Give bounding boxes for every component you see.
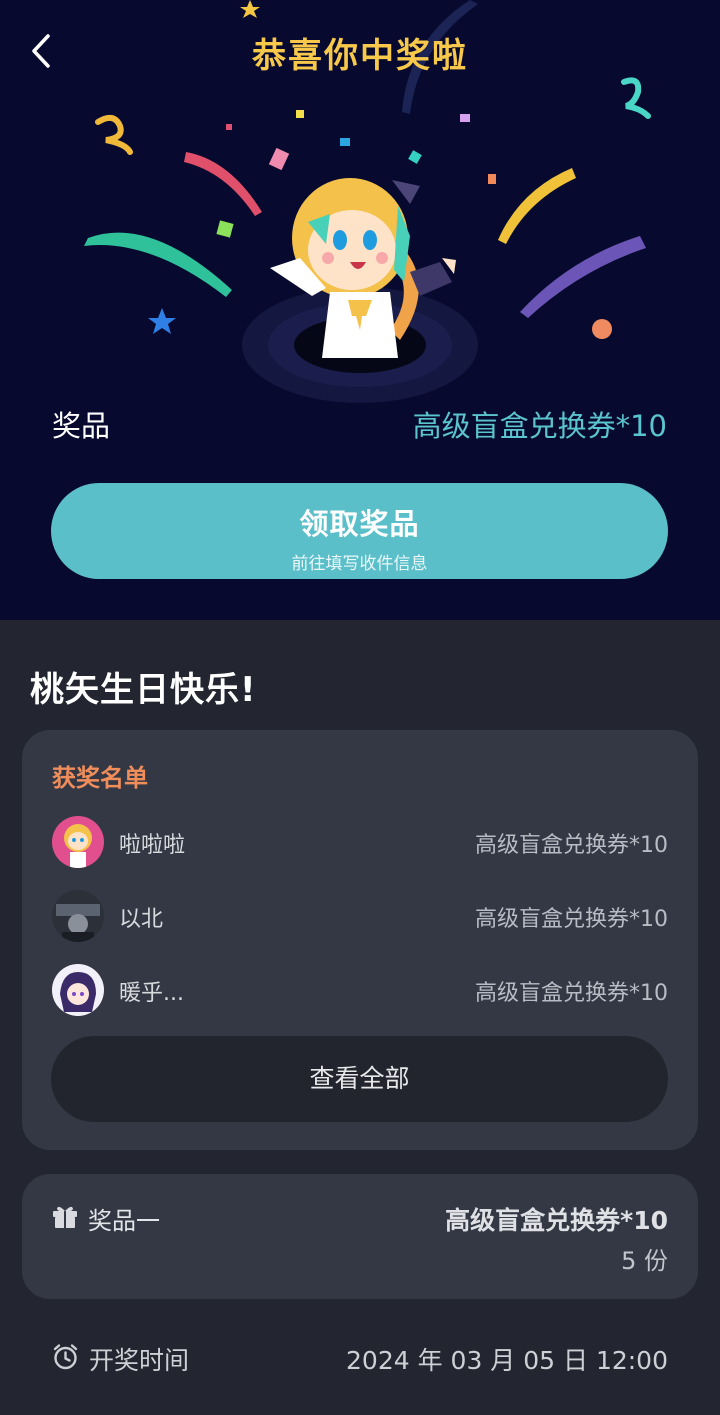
prize-quantity: 5 份: [621, 1247, 668, 1275]
winner-row: 啦啦啦 高级盲盒兑换券*10: [52, 816, 668, 868]
avatar[interactable]: [52, 890, 104, 942]
winner-prize: 高级盲盒兑换券*10: [475, 981, 668, 1006]
prize-detail-card: 奖品一 高级盲盒兑换券*10 5 份: [22, 1174, 698, 1299]
claim-prize-button[interactable]: 领取奖品 前往填写收件信息: [51, 483, 668, 579]
winner-prize: 高级盲盒兑换券*10: [475, 833, 668, 858]
prize-label: 奖品: [52, 409, 111, 443]
alarm-clock-icon: [53, 1344, 78, 1370]
prize-hero: 恭喜你中奖啦 奖品 高级盲盒兑换券*10 领取奖品 前往填写收件信息: [0, 0, 720, 620]
winner-row: 以北 高级盲盒兑换券*10: [52, 890, 668, 942]
avatar[interactable]: [52, 816, 104, 868]
winner-name: 啦啦啦: [119, 833, 186, 858]
page-title: 恭喜你中奖啦: [252, 36, 468, 76]
prize-tier-label: 奖品一: [88, 1207, 160, 1235]
view-all-button[interactable]: 查看全部: [51, 1036, 668, 1122]
draw-time-row: 开奖时间 2024 年 03 月 05 日 12:00: [52, 1340, 668, 1375]
winner-name: 暖乎...: [119, 981, 184, 1006]
draw-time-value: 2024 年 03 月 05 日 12:00: [346, 1346, 668, 1375]
winner-prize: 高级盲盒兑换券*10: [475, 907, 668, 932]
winners-title: 获奖名单: [52, 764, 148, 792]
winner-row: 暖乎... 高级盲盒兑换券*10: [52, 964, 668, 1016]
winner-name: 以北: [119, 907, 164, 932]
winners-card: 获奖名单 啦啦啦 高级盲盒兑换券*10 以北 高级盲盒兑换券*10 暖乎... …: [22, 730, 698, 1150]
claim-prize-sublabel: 前往填写收件信息: [291, 554, 428, 574]
event-title: 桃矢生日快乐!: [30, 670, 257, 710]
prize-value: 高级盲盒兑换券*10: [412, 409, 667, 443]
claim-prize-label: 领取奖品: [299, 507, 420, 541]
draw-time-label: 开奖时间: [89, 1346, 190, 1375]
gift-icon: [53, 1206, 77, 1228]
prize-tier-value: 高级盲盒兑换券*10: [445, 1206, 668, 1235]
avatar[interactable]: [52, 964, 104, 1016]
